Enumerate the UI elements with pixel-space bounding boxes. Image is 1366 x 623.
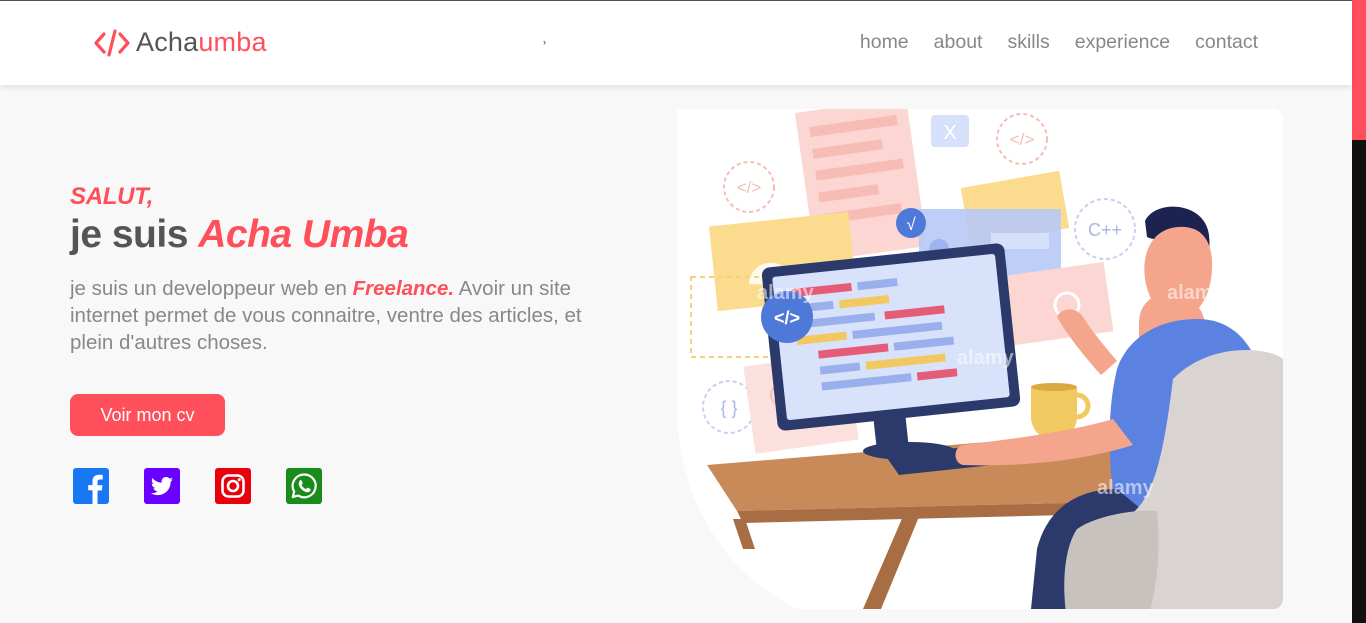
hero-title-prefix: je suis (70, 213, 199, 256)
navbar: Achaumba › home about skills experience … (0, 1, 1352, 85)
nav-toggle-icon[interactable]: › (543, 37, 546, 47)
svg-text:alamy: alamy (1167, 282, 1225, 304)
hero-intro-highlight: Freelance. (352, 277, 455, 300)
nav-link-about[interactable]: about (934, 31, 983, 53)
svg-text:</>: </> (774, 308, 800, 328)
social-links (73, 468, 322, 504)
svg-text:√: √ (906, 215, 916, 234)
nav-links: home about skills experience contact (860, 31, 1258, 54)
hero-title: je suis Acha Umba (70, 213, 630, 257)
developer-illustration: </> </> C++ { } X √ </> alamy alamy alam… (677, 109, 1283, 609)
site-logo[interactable]: Achaumba (94, 27, 267, 58)
hero-intro: je suis un developpeur web en Freelance.… (70, 275, 630, 356)
nav-link-skills[interactable]: skills (1007, 31, 1049, 53)
svg-text:X: X (943, 122, 956, 144)
hero-title-name: Acha Umba (198, 213, 409, 256)
instagram-icon[interactable] (215, 468, 251, 504)
hero-greeting: SALUT, (70, 183, 154, 210)
svg-text:</>: </> (1010, 130, 1035, 149)
svg-text:{ }: { } (720, 398, 737, 418)
page-scrollbar[interactable] (1352, 0, 1366, 623)
svg-text:alamy: alamy (1097, 477, 1155, 499)
view-cv-button[interactable]: Voir mon cv (70, 394, 225, 436)
logo-text-accent: umba (198, 27, 267, 57)
logo-text: Achaumba (136, 27, 267, 58)
facebook-icon[interactable] (73, 468, 109, 504)
nav-link-contact[interactable]: contact (1195, 31, 1258, 53)
hero-intro-before: je suis un developpeur web en (70, 277, 353, 300)
svg-text:</>: </> (737, 178, 762, 197)
hero-section: SALUT, je suis Acha Umba je suis un deve… (70, 183, 630, 504)
logo-text-prefix: Acha (136, 27, 199, 57)
check-badge-icon: √ (896, 208, 926, 238)
nav-link-experience[interactable]: experience (1075, 31, 1170, 53)
twitter-icon[interactable] (144, 468, 180, 504)
svg-text:C++: C++ (1088, 220, 1122, 240)
scrollbar-track (1352, 140, 1366, 623)
svg-text:alamy: alamy (957, 347, 1015, 369)
svg-text:alamy: alamy (757, 282, 815, 304)
nav-link-home[interactable]: home (860, 31, 909, 53)
whatsapp-icon[interactable] (286, 468, 322, 504)
close-badge-icon: X (931, 115, 969, 147)
scrollbar-thumb[interactable] (1352, 0, 1366, 140)
code-brackets-icon (94, 28, 130, 57)
